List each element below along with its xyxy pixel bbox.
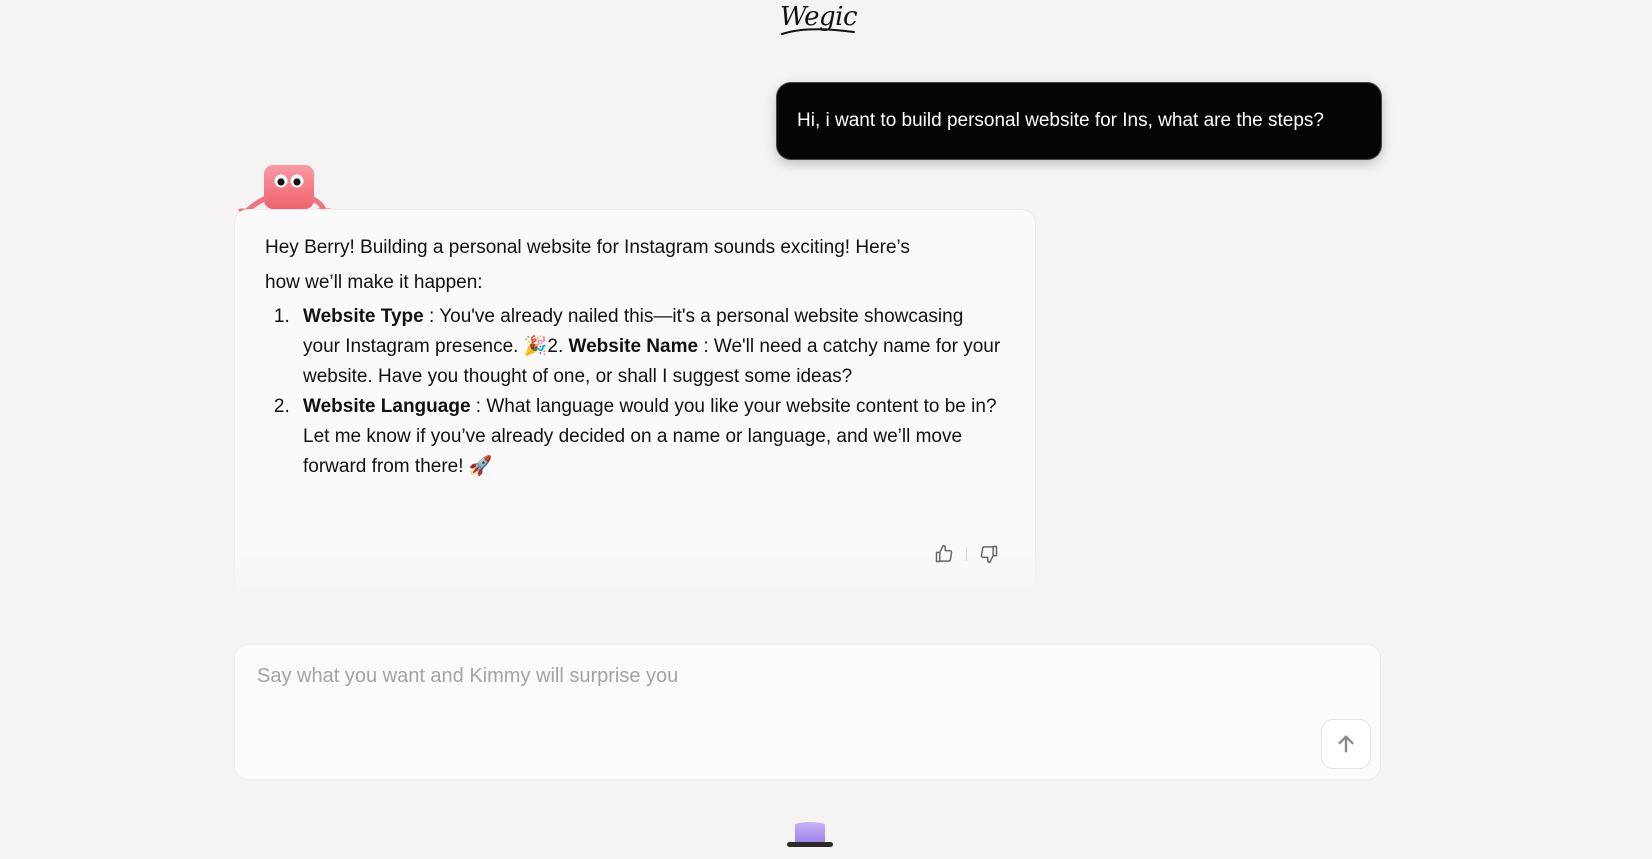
send-button[interactable] bbox=[1321, 719, 1371, 769]
assistant-message-card: Hey Berry! Building a personal website f… bbox=[234, 209, 1036, 593]
feedback-divider bbox=[966, 547, 967, 561]
message-composer bbox=[234, 644, 1381, 780]
thumbs-down-icon[interactable] bbox=[979, 544, 999, 564]
logo-underline-icon bbox=[781, 28, 855, 35]
assistant-intro: Hey Berry! Building a personal website f… bbox=[265, 230, 1005, 300]
wegic-logo[interactable]: Wegic bbox=[780, 2, 870, 46]
arrow-up-icon bbox=[1338, 735, 1354, 753]
user-message-text: Hi, i want to build personal website for… bbox=[797, 110, 1324, 131]
chat-page: Wegic Hi, i want to build personal websi… bbox=[0, 0, 1652, 859]
intro-line-2: how we’ll make it happen: bbox=[265, 272, 483, 293]
step-title: Website Name bbox=[568, 336, 699, 357]
step-title: Website Type bbox=[303, 306, 424, 327]
step-item-website-language: Website Language : What language would y… bbox=[295, 392, 1005, 482]
message-input[interactable] bbox=[255, 663, 1259, 757]
intro-line-1: Hey Berry! Building a personal website f… bbox=[265, 237, 910, 258]
feedback-bar bbox=[934, 544, 999, 564]
steps-list: Website Type : You've already nailed thi… bbox=[265, 302, 1005, 482]
purple-mascot-icon bbox=[783, 818, 837, 850]
user-message-bubble: Hi, i want to build personal website for… bbox=[777, 83, 1381, 159]
step-item-website-type: Website Type : You've already nailed thi… bbox=[295, 302, 1005, 392]
thumbs-up-icon[interactable] bbox=[934, 544, 954, 564]
step-title: Website Language bbox=[303, 396, 471, 417]
